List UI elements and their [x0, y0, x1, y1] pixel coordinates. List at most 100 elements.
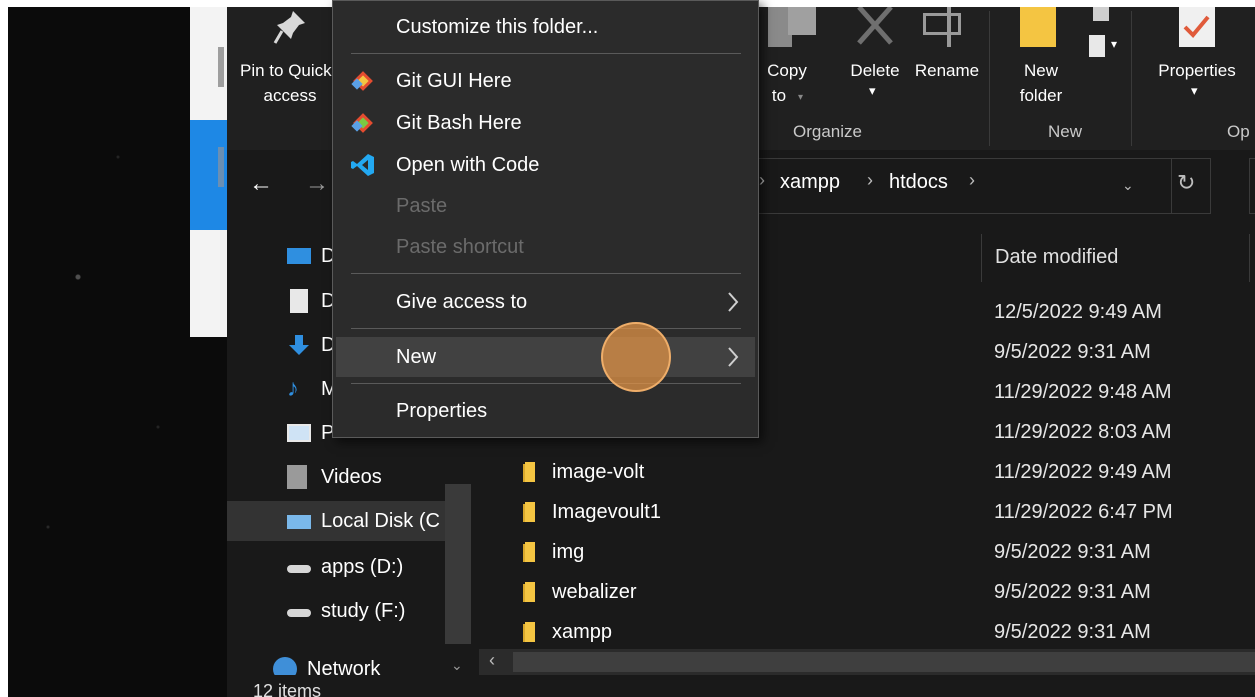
file-date: 9/5/2022 9:31 AM	[994, 541, 1151, 563]
desktop-icon	[287, 248, 311, 264]
menu-item-customize-folder[interactable]: Customize this folder...	[336, 7, 755, 47]
copy-to-button[interactable]: Copy to ▾	[762, 7, 822, 117]
music-note-icon: ♪	[287, 375, 299, 402]
nav-item-study-drive[interactable]: study (F:)	[287, 591, 467, 631]
pictures-icon	[287, 424, 311, 442]
menu-separator	[351, 328, 741, 329]
new-folder-label-1: New	[1023, 61, 1058, 80]
file-row[interactable]: webalizer 9/5/2022 9:31 AM	[479, 572, 1255, 612]
file-name: Imagevoult1	[552, 501, 661, 523]
ribbon-separator	[989, 11, 990, 146]
chevron-right-icon	[728, 347, 739, 367]
checkmark-icon	[1183, 15, 1210, 38]
file-row[interactable]: image-volt 11/29/2022 9:49 AM	[479, 452, 1255, 492]
menu-separator	[351, 383, 741, 384]
file-date: 11/29/2022 6:47 PM	[994, 501, 1173, 523]
documents-icon	[290, 289, 308, 313]
file-row[interactable]: img 9/5/2022 9:31 AM	[479, 532, 1255, 572]
menu-item-open-with-code[interactable]: Open with Code	[336, 145, 755, 185]
context-menu: Customize this folder... Git GUI Here Gi…	[332, 0, 759, 438]
file-row[interactable]: Imagevoult1 11/29/2022 6:47 PM	[479, 492, 1255, 532]
pin-to-quick-access-button[interactable]: Pin to Quick access	[235, 7, 335, 117]
new-item-button[interactable]: ▾	[1085, 7, 1125, 67]
column-separator	[981, 234, 982, 282]
ribbon-separator-2	[1131, 11, 1132, 146]
address-history-chevron-icon[interactable]: ⌄	[1122, 177, 1134, 194]
file-date: 12/5/2022 9:49 AM	[994, 301, 1162, 323]
chevron-down-icon: ▾	[1111, 37, 1118, 51]
file-date: 11/29/2022 9:49 AM	[994, 461, 1172, 483]
nav-item-local-disk[interactable]: Local Disk (C	[287, 501, 445, 541]
navigation-pane-scrollbar[interactable]	[445, 484, 471, 644]
background-window-edge	[218, 47, 224, 87]
file-row[interactable]: xampp 9/5/2022 9:31 AM	[479, 612, 1255, 652]
file-name: webalizer	[552, 581, 637, 603]
menu-separator	[351, 273, 741, 274]
menu-item-give-access-to[interactable]: Give access to	[336, 282, 755, 322]
vscode-icon	[351, 154, 374, 176]
file-name: img	[552, 541, 585, 563]
nav-collapse-chevron-icon[interactable]: ⌄	[451, 657, 463, 674]
properties-label: Properties	[1158, 61, 1236, 80]
file-date: 11/29/2022 8:03 AM	[994, 421, 1172, 443]
new-folder-label-2: folder	[1019, 86, 1063, 105]
forward-arrow-icon[interactable]: →	[305, 170, 329, 198]
menu-item-properties[interactable]: Properties	[336, 391, 755, 431]
new-folder-icon	[1020, 7, 1056, 47]
properties-button[interactable]: Properties ▾	[1147, 7, 1247, 117]
copy-to-label-1: Copy	[767, 61, 807, 80]
back-arrow-icon[interactable]: ←	[249, 170, 273, 198]
status-bar: 12 items	[227, 675, 1255, 697]
folder-icon	[523, 582, 535, 602]
cursor-highlight	[601, 322, 671, 392]
rename-icon	[923, 13, 961, 35]
horizontal-scrollbar-thumb[interactable]	[513, 652, 1255, 672]
scroll-left-chevron-icon[interactable]: ‹	[489, 650, 495, 671]
folder-icon	[523, 462, 535, 482]
background-window-edge-2	[218, 147, 224, 187]
easy-access-icon	[1093, 7, 1109, 21]
delete-label: Delete	[850, 61, 900, 80]
pin-icon	[273, 11, 305, 44]
local-disk-icon	[287, 515, 311, 529]
pin-label-line2: access	[263, 86, 317, 105]
column-header-date-modified[interactable]: Date modified	[995, 246, 1118, 269]
refresh-icon: ↻	[1177, 170, 1196, 195]
file-name: xampp	[552, 621, 613, 643]
breadcrumb-xampp[interactable]: xampp	[780, 171, 840, 194]
drive-icon	[287, 565, 311, 573]
breadcrumb-separator: ›	[867, 170, 873, 190]
menu-item-new[interactable]: New	[336, 337, 755, 377]
file-date: 9/5/2022 9:31 AM	[994, 581, 1151, 603]
nav-item-apps-drive[interactable]: apps (D:)	[287, 547, 467, 587]
breadcrumb-htdocs[interactable]: htdocs	[889, 171, 948, 194]
new-folder-button[interactable]: New folder	[1003, 7, 1079, 117]
menu-item-git-gui[interactable]: Git GUI Here	[336, 61, 755, 101]
search-box[interactable]	[1249, 158, 1255, 214]
folder-icon	[523, 542, 535, 562]
new-group-label: New	[1048, 122, 1083, 141]
menu-item-paste-shortcut: Paste shortcut	[396, 236, 524, 258]
file-name: image-volt	[552, 461, 645, 483]
new-item-icon	[1089, 35, 1105, 57]
nav-item-videos[interactable]: Videos	[287, 457, 467, 497]
rename-icon-caret	[947, 7, 951, 47]
menu-separator	[351, 53, 741, 54]
delete-button[interactable]: Delete ▾	[839, 7, 911, 117]
rename-button[interactable]: Rename	[911, 7, 983, 117]
git-gui-icon	[351, 71, 373, 91]
videos-icon	[287, 465, 307, 489]
horizontal-scrollbar[interactable]: ‹	[479, 649, 1255, 675]
breadcrumb-separator: ›	[759, 170, 765, 190]
folder-icon	[523, 622, 535, 642]
download-arrow-icon	[289, 335, 309, 355]
delete-x-icon	[857, 7, 893, 45]
chevron-down-icon: ▾	[798, 92, 804, 103]
menu-item-paste: Paste	[396, 195, 448, 217]
copy-to-label-2: to	[771, 86, 787, 105]
menu-item-git-bash[interactable]: Git Bash Here	[336, 103, 755, 143]
open-group-label: Op	[1227, 122, 1250, 141]
item-count: 12 items	[253, 681, 322, 697]
file-date: 9/5/2022 9:31 AM	[994, 341, 1151, 363]
folder-icon	[523, 502, 535, 522]
